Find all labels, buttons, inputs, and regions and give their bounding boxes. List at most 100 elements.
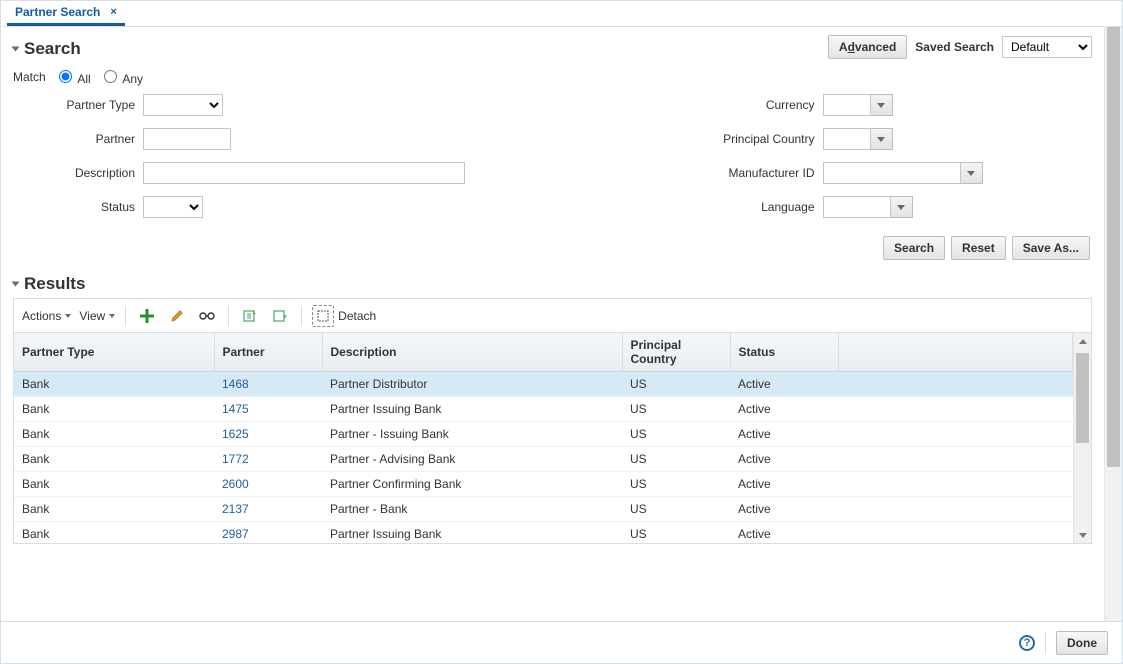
cell-status: Active <box>730 472 838 497</box>
footer: ? Done <box>1 621 1122 663</box>
description-label: Description <box>13 166 143 180</box>
detach-button[interactable]: Detach <box>312 305 376 327</box>
close-icon[interactable]: × <box>110 6 116 18</box>
partner-type-select[interactable] <box>143 94 223 116</box>
export-button[interactable] <box>239 305 261 327</box>
create-button[interactable] <box>136 305 158 327</box>
description-input[interactable] <box>143 162 465 184</box>
scroll-thumb[interactable] <box>1076 353 1089 443</box>
manufacturer-id-input[interactable] <box>823 162 961 184</box>
cell-partner[interactable]: 1625 <box>214 422 322 447</box>
cell-partner[interactable]: 1468 <box>214 372 322 397</box>
separator <box>301 306 302 326</box>
table-row[interactable]: Bank1475Partner Issuing BankUSActive <box>14 397 1073 422</box>
partner-link[interactable]: 1625 <box>222 427 249 441</box>
partner-input[interactable] <box>143 128 231 150</box>
page-scrollbar[interactable] <box>1104 27 1122 621</box>
match-any-radio[interactable]: Any <box>99 67 143 86</box>
table-row[interactable]: Bank2987Partner Issuing BankUSActive <box>14 522 1073 544</box>
table-row[interactable]: Bank2137Partner - BankUSActive <box>14 497 1073 522</box>
cell-partner-type: Bank <box>14 422 214 447</box>
results-title: Results <box>24 274 85 294</box>
cell-status: Active <box>730 522 838 544</box>
cell-description: Partner Distributor <box>322 372 622 397</box>
col-partner-type[interactable]: Partner Type <box>14 333 214 372</box>
edit-button[interactable] <box>166 305 188 327</box>
table-row[interactable]: Bank1468Partner DistributorUSActive <box>14 372 1073 397</box>
col-principal-country[interactable]: Principal Country <box>622 333 730 372</box>
language-lov-button[interactable] <box>891 196 913 218</box>
table-row[interactable]: Bank1625Partner - Issuing BankUSActive <box>14 422 1073 447</box>
scroll-thumb[interactable] <box>1107 27 1120 467</box>
cell-status: Active <box>730 397 838 422</box>
cell-principal-country: US <box>622 522 730 544</box>
advanced-button[interactable]: Advanced <box>828 35 907 59</box>
principal-country-lov-button[interactable] <box>871 128 893 150</box>
wrap-icon <box>273 309 287 323</box>
partner-link[interactable]: 1475 <box>222 402 249 416</box>
cell-principal-country: US <box>622 422 730 447</box>
cell-description: Partner - Issuing Bank <box>322 422 622 447</box>
match-label: Match <box>13 70 46 84</box>
save-as-button[interactable]: Save As... <box>1012 236 1090 260</box>
view-menu[interactable]: View <box>79 309 115 323</box>
cell-partner-type: Bank <box>14 372 214 397</box>
tab-partner-search[interactable]: Partner Search × <box>7 2 125 26</box>
principal-country-input[interactable] <box>823 128 871 150</box>
tab-label: Partner Search <box>15 5 100 19</box>
wrap-button[interactable] <box>269 305 291 327</box>
partner-link[interactable]: 1772 <box>222 452 249 466</box>
search-button[interactable]: Search <box>883 236 945 260</box>
currency-input[interactable] <box>823 94 871 116</box>
cell-description: Partner Issuing Bank <box>322 397 622 422</box>
manufacturer-id-lov-button[interactable] <box>961 162 983 184</box>
results-toolbar: Actions View <box>13 298 1092 332</box>
saved-search-select[interactable]: Default <box>1002 36 1092 58</box>
currency-lov-button[interactable] <box>871 94 893 116</box>
chevron-down-icon <box>109 314 115 318</box>
partner-link[interactable]: 2600 <box>222 477 249 491</box>
done-button[interactable]: Done <box>1056 631 1108 655</box>
detach-icon <box>317 310 329 322</box>
col-description[interactable]: Description <box>322 333 622 372</box>
table-scrollbar[interactable] <box>1073 333 1091 543</box>
table-row[interactable]: Bank2600Partner Confirming BankUSActive <box>14 472 1073 497</box>
col-status[interactable]: Status <box>730 333 838 372</box>
cell-partner[interactable]: 2137 <box>214 497 322 522</box>
cell-partner[interactable]: 1772 <box>214 447 322 472</box>
partner-label: Partner <box>13 132 143 146</box>
status-select[interactable] <box>143 196 203 218</box>
match-all-radio[interactable]: All <box>54 67 91 86</box>
search-header: Search <box>13 39 81 59</box>
actions-menu[interactable]: Actions <box>22 309 71 323</box>
scroll-up-icon[interactable] <box>1074 333 1091 349</box>
col-partner[interactable]: Partner <box>214 333 322 372</box>
disclosure-icon[interactable] <box>12 282 20 287</box>
language-label: Language <box>583 200 823 214</box>
cell-partner[interactable]: 1475 <box>214 397 322 422</box>
currency-label: Currency <box>583 98 823 112</box>
cell-description: Partner Confirming Bank <box>322 472 622 497</box>
results-header: Results <box>13 274 1092 294</box>
search-title: Search <box>24 39 81 59</box>
help-icon[interactable]: ? <box>1019 635 1035 651</box>
chevron-down-icon <box>967 171 975 176</box>
partner-link[interactable]: 2987 <box>222 527 249 541</box>
separator <box>228 306 229 326</box>
reset-button[interactable]: Reset <box>951 236 1006 260</box>
principal-country-label: Principal Country <box>583 132 823 146</box>
cell-partner[interactable]: 2987 <box>214 522 322 544</box>
cell-partner[interactable]: 2600 <box>214 472 322 497</box>
partner-link[interactable]: 1468 <box>222 377 249 391</box>
partner-link[interactable]: 2137 <box>222 502 249 516</box>
language-input[interactable] <box>823 196 891 218</box>
cell-partner-type: Bank <box>14 397 214 422</box>
cell-principal-country: US <box>622 372 730 397</box>
pencil-icon <box>170 309 184 323</box>
scroll-down-icon[interactable] <box>1074 527 1091 543</box>
view-button[interactable] <box>196 305 218 327</box>
disclosure-icon[interactable] <box>12 47 20 52</box>
table-row[interactable]: Bank1772Partner - Advising BankUSActive <box>14 447 1073 472</box>
cell-partner-type: Bank <box>14 522 214 544</box>
results-table: Partner Type Partner Description Princip… <box>13 332 1092 544</box>
